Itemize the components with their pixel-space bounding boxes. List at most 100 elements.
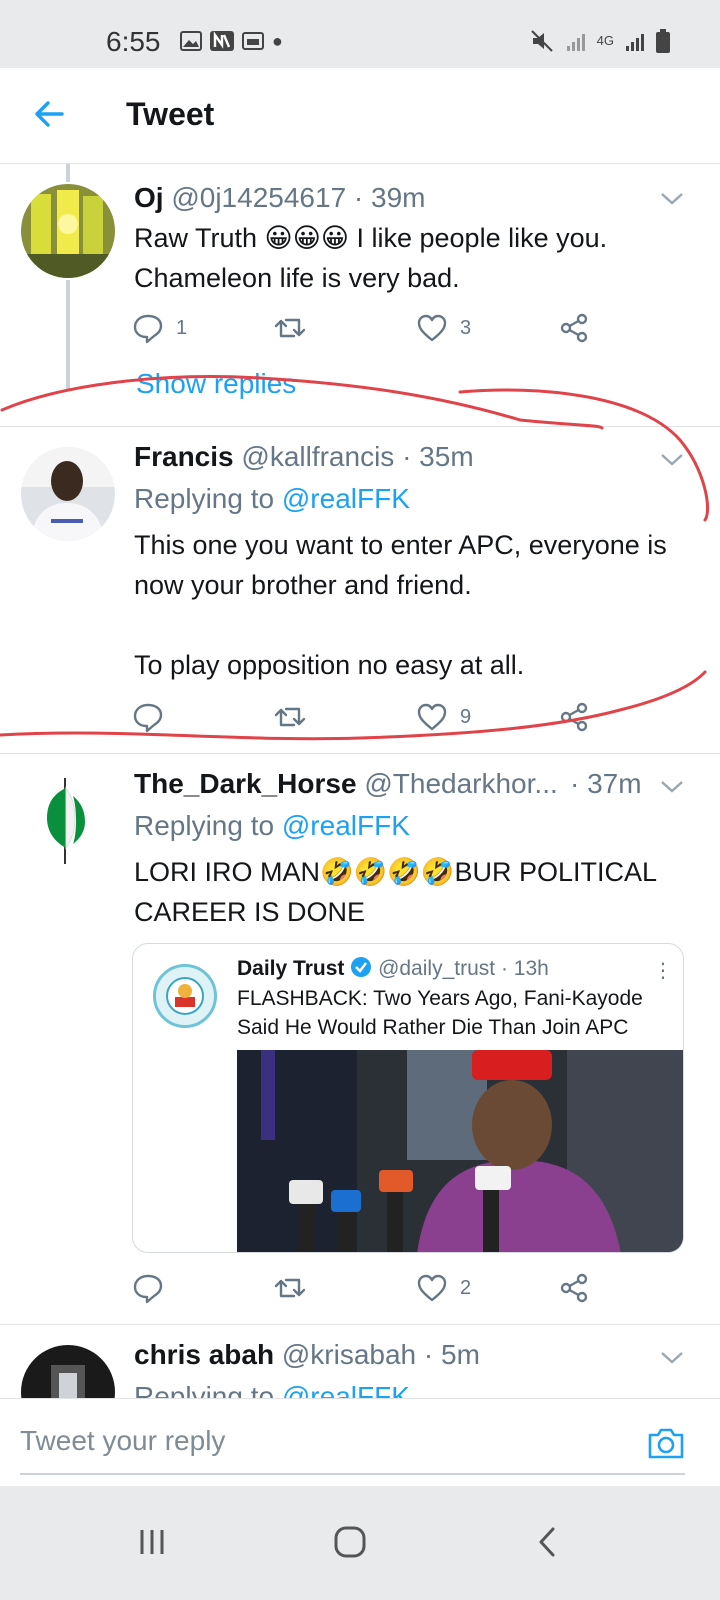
display-name[interactable]: chris abah [134, 1339, 274, 1370]
timestamp: · 35m [402, 441, 474, 472]
timestamp: · 37m [570, 768, 642, 799]
handle[interactable]: @krisabah [282, 1339, 416, 1370]
reply-button[interactable] [132, 1272, 176, 1304]
quoted-timestamp: · 13h [500, 957, 549, 980]
display-name[interactable]: Oj [134, 182, 164, 213]
retweet-button[interactable] [274, 1272, 306, 1304]
tweet-actions: 9 [132, 701, 602, 737]
timestamp: · 39m [353, 182, 426, 213]
tweet-header: Francis @kallfrancis · 35m [134, 441, 474, 473]
replying-to: Replying to @realFFK [134, 1381, 410, 1398]
share-button[interactable] [558, 1272, 590, 1304]
battery-icon [656, 29, 670, 53]
network-type: 4G [596, 33, 614, 48]
share-button[interactable] [558, 701, 590, 733]
quoted-tweet-text: FLASHBACK: Two Years Ago, Fani-Kayode Sa… [237, 987, 643, 1039]
handle[interactable]: @kallfrancis [241, 441, 394, 472]
signal-1-icon [566, 34, 585, 51]
reply-icon [133, 703, 163, 733]
avatar[interactable] [21, 774, 115, 868]
camera-icon[interactable] [646, 1423, 686, 1463]
mute-icon [530, 30, 553, 52]
handle[interactable]: @0j14254617 [171, 182, 346, 213]
replying-to: Replying to @realFFK [134, 810, 410, 842]
tweet-francis[interactable]: Francis @kallfrancis · 35m Replying to @… [0, 427, 720, 753]
display-name[interactable]: The_Dark_Horse [134, 768, 357, 799]
like-button[interactable]: 3 [416, 312, 471, 344]
system-nav-bar [0, 1486, 720, 1600]
gallery-icon [180, 31, 202, 51]
thread-line-top [66, 164, 70, 182]
replying-to: Replying to @realFFK [134, 483, 410, 515]
tweet-actions: 1 3 [132, 312, 602, 348]
chevron-down-icon[interactable] [660, 192, 684, 206]
reply-icon [133, 314, 163, 344]
chevron-down-icon[interactable] [660, 1351, 684, 1365]
replying-handle[interactable]: @realFFK [282, 810, 410, 841]
show-replies-link[interactable]: Show replies [136, 368, 296, 400]
quoted-tweet-card[interactable]: Daily Trust @daily_trust · 13h ⋮ FLASHBA… [132, 943, 684, 1253]
share-icon [560, 702, 588, 732]
handle[interactable]: @Thedarkhor... [364, 768, 557, 799]
back-arrow-icon[interactable] [32, 96, 68, 132]
tweet-text: Raw Truth 😀😀😀 I like people like you. Ch… [134, 223, 615, 293]
quoted-display-name[interactable]: Daily Trust [237, 957, 344, 980]
back-nav-icon[interactable] [528, 1522, 568, 1562]
reply-count: 1 [176, 316, 188, 339]
like-count: 3 [460, 316, 472, 339]
chevron-down-icon[interactable] [660, 780, 684, 794]
retweet-icon [274, 707, 306, 727]
eo-icon [242, 32, 264, 50]
replying-label: Replying to [134, 810, 275, 841]
quoted-tweet-header: Daily Trust @daily_trust · 13h [237, 956, 549, 981]
home-icon[interactable] [330, 1522, 370, 1562]
retweet-button[interactable] [274, 312, 306, 344]
display-name[interactable]: Francis [134, 441, 234, 472]
quoted-handle[interactable]: @daily_trust [378, 957, 495, 980]
reply-button[interactable]: 1 [132, 312, 187, 344]
signal-2-icon [626, 34, 644, 51]
status-time: 6:55 [106, 26, 161, 57]
tweet-reply-input[interactable] [20, 1409, 685, 1475]
tweet-oj[interactable]: Oj @0j14254617 · 39m Raw Truth 😀😀😀 I lik… [0, 164, 720, 426]
status-bar: 6:55 ● 4G [0, 0, 720, 68]
daily-trust-logo [153, 964, 217, 1028]
verified-icon [351, 957, 372, 977]
like-count: 9 [460, 705, 472, 728]
tweet-actions: 2 [132, 1272, 602, 1308]
tweet-text: This one you want to enter APC, everyone… [134, 530, 667, 680]
avatar[interactable] [21, 1345, 115, 1398]
share-icon [560, 1273, 588, 1303]
page-title: Tweet [126, 96, 215, 132]
tweet-text: LORI IRO MAN🤣🤣🤣🤣BUR POLITICAL CAREER IS … [134, 857, 664, 927]
thread-line-bottom [66, 280, 70, 390]
like-icon [417, 314, 447, 342]
share-icon [560, 313, 588, 343]
reply-button[interactable] [132, 701, 176, 733]
dot-icon: ● [272, 31, 283, 51]
avatar[interactable] [21, 184, 115, 278]
avatar[interactable] [21, 447, 115, 541]
system-icons: 4G [530, 28, 670, 54]
like-icon [417, 703, 447, 731]
recent-apps-icon[interactable] [132, 1522, 172, 1562]
app-header: Tweet [0, 68, 720, 164]
retweet-icon [274, 318, 306, 338]
retweet-button[interactable] [274, 701, 306, 733]
replying-handle[interactable]: @realFFK [282, 483, 410, 514]
replying-handle[interactable]: @realFFK [282, 1381, 410, 1398]
retweet-icon [274, 1278, 306, 1298]
timestamp: · 5m [423, 1339, 480, 1370]
like-button[interactable]: 9 [416, 701, 471, 733]
chevron-down-icon[interactable] [660, 453, 684, 467]
share-button[interactable] [558, 312, 590, 344]
news-icon [210, 31, 234, 51]
like-button[interactable]: 2 [416, 1272, 471, 1304]
like-count: 2 [460, 1276, 472, 1299]
notification-icons: ● [180, 28, 283, 54]
tweet-chris-abah[interactable]: chris abah @krisabah · 5m Replying to @r… [0, 1325, 720, 1398]
tweet-header: The_Dark_Horse @Thedarkhor... [134, 768, 558, 800]
reply-icon [133, 1274, 163, 1304]
more-options-icon[interactable]: ⋮ [653, 958, 673, 983]
quoted-tweet-image[interactable] [237, 1050, 683, 1252]
